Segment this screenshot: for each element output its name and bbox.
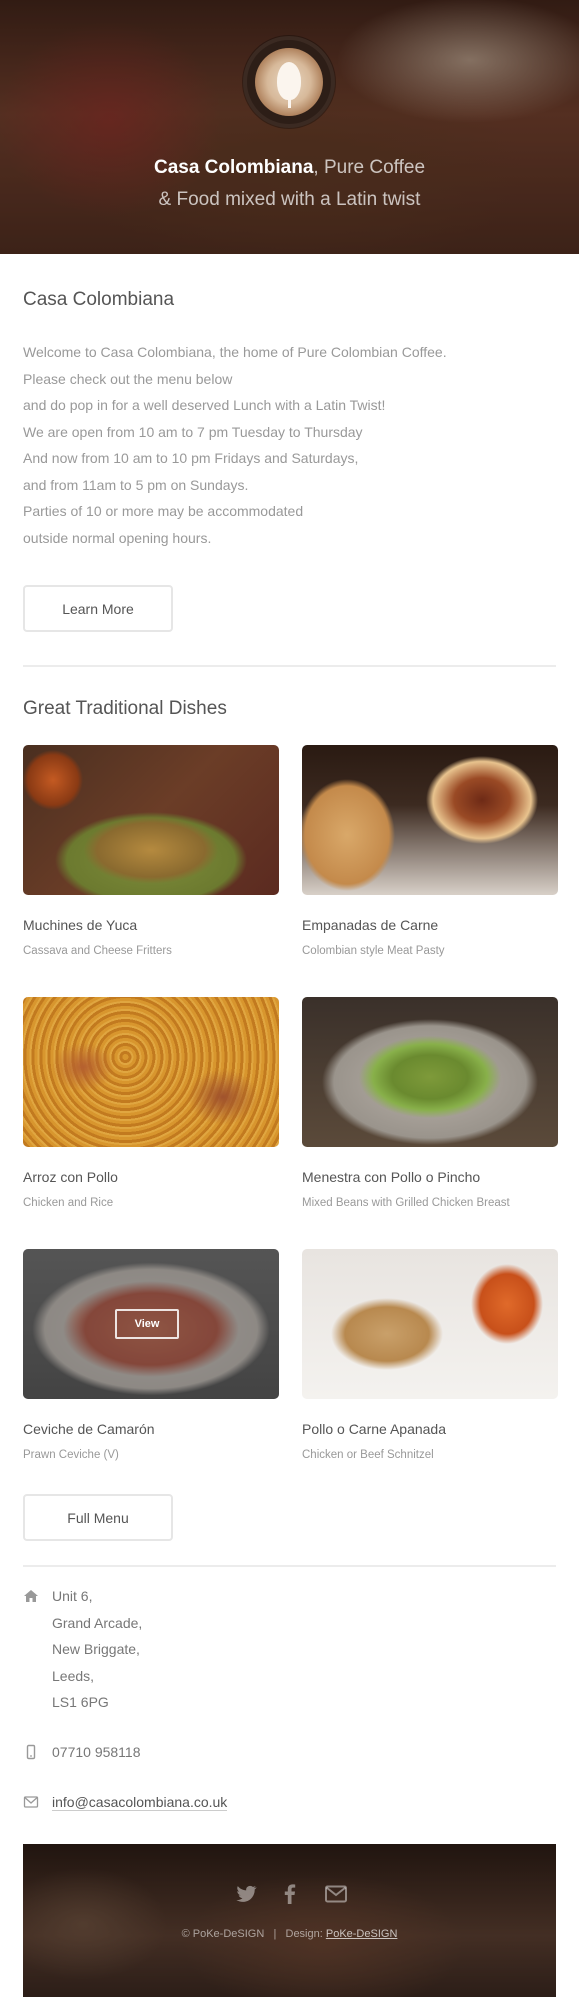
dish-description: Cassava and Cheese Fritters <box>23 945 172 957</box>
credits-separator: | <box>273 1928 277 1940</box>
dish-photo-ceviche[interactable]: View <box>23 1249 279 1399</box>
email-link-wrapper: info@casacolombiana.co.uk <box>52 1789 228 1816</box>
dish-name[interactable]: Muchines de Yuca <box>23 917 137 933</box>
dish-name[interactable]: Menestra con Pollo o Pincho <box>302 1169 480 1185</box>
coffee-logo[interactable] <box>243 36 335 128</box>
dish-name[interactable]: Empanadas de Carne <box>302 917 438 933</box>
facebook-icon[interactable] <box>278 1882 302 1906</box>
intro-text: Welcome to Casa Colombiana, the home of … <box>23 339 543 551</box>
full-menu-button[interactable]: Full Menu <box>23 1494 173 1541</box>
hero-tagline-start: , Pure Coffee <box>313 157 426 178</box>
phone-number[interactable]: 07710 958118 <box>52 1739 141 1766</box>
address-line: Grand Arcade, <box>52 1614 143 1631</box>
intro-line: outside normal opening hours. <box>23 529 212 546</box>
dish-description: Prawn Ceviche (V) <box>23 1449 119 1461</box>
mail-icon[interactable] <box>322 1882 347 1906</box>
footer-credits: © PoKe-DeSIGN | Design: PoKe-DeSIGN <box>23 1928 556 1940</box>
dish-description: Colombian style Meat Pasty <box>302 945 445 957</box>
design-label: Design: <box>285 1928 323 1940</box>
dish-description: Chicken and Rice <box>23 1197 114 1209</box>
dish-photo-apanada[interactable] <box>302 1249 558 1399</box>
address-line: Unit 6, <box>52 1588 93 1604</box>
envelope-icon <box>23 1796 39 1808</box>
hero-tagline: & Food mixed with a Latin twist <box>158 189 421 210</box>
hero-title: Casa Colombiana, Pure Coffee <box>0 154 579 182</box>
address-line: New Briggate, <box>52 1641 140 1657</box>
intro-line: and do pop in for a well deserved Lunch … <box>23 397 386 413</box>
address-line: Leeds, <box>52 1667 95 1684</box>
dish-photo-muchines[interactable] <box>23 745 279 895</box>
dish-name[interactable]: Arroz con Pollo <box>23 1169 118 1185</box>
address-line: LS1 6PG <box>52 1694 109 1710</box>
intro-line: and from 11am to 5 pm on Sundays. <box>23 476 249 493</box>
twitter-icon[interactable] <box>234 1882 258 1906</box>
dish-photo-arroz[interactable] <box>23 997 279 1147</box>
address: Unit 6, Grand Arcade, New Briggate, Leed… <box>52 1583 142 1716</box>
social-links <box>23 1882 556 1906</box>
learn-more-button[interactable]: Learn More <box>23 585 173 632</box>
intro-line: Welcome to Casa Colombiana, the home of … <box>23 344 447 360</box>
dish-description: Mixed Beans with Grilled Chicken Breast <box>302 1197 510 1209</box>
dish-photo-empanadas[interactable] <box>302 745 558 895</box>
latte-art-icon <box>255 48 323 116</box>
footer: © PoKe-DeSIGN | Design: PoKe-DeSIGN <box>23 1844 556 1997</box>
view-button[interactable]: View <box>115 1309 179 1339</box>
hero-banner: Casa Colombiana, Pure Coffee & Food mixe… <box>0 0 579 254</box>
copyright-text: © PoKe-DeSIGN <box>181 1928 265 1940</box>
intro-line: And now from 10 am to 10 pm Fridays and … <box>23 450 359 466</box>
intro-line: Parties of 10 or more may be accommodate… <box>23 503 304 519</box>
intro-line: Please check out the menu below <box>23 370 233 387</box>
footer-overlay <box>23 1844 556 1997</box>
dish-photo-menestra[interactable] <box>302 997 558 1147</box>
dish-description: Chicken or Beef Schnitzel <box>302 1449 434 1461</box>
designer-link[interactable]: PoKe-DeSIGN <box>326 1928 398 1940</box>
intro-title: Casa Colombiana <box>23 289 175 310</box>
section-divider <box>23 1565 556 1567</box>
dish-name[interactable]: Ceviche de Camarón <box>23 1421 155 1437</box>
intro-line: We are open from 10 am to 7 pm Tuesday t… <box>23 423 363 440</box>
home-icon <box>24 1590 38 1602</box>
hero-brand: Casa Colombiana <box>153 157 314 178</box>
mobile-phone-icon <box>26 1744 36 1760</box>
dish-name[interactable]: Pollo o Carne Apanada <box>302 1421 446 1437</box>
section-divider <box>23 665 556 667</box>
dishes-title: Great Traditional Dishes <box>23 698 227 719</box>
email-link[interactable]: info@casacolombiana.co.uk <box>52 1794 228 1811</box>
